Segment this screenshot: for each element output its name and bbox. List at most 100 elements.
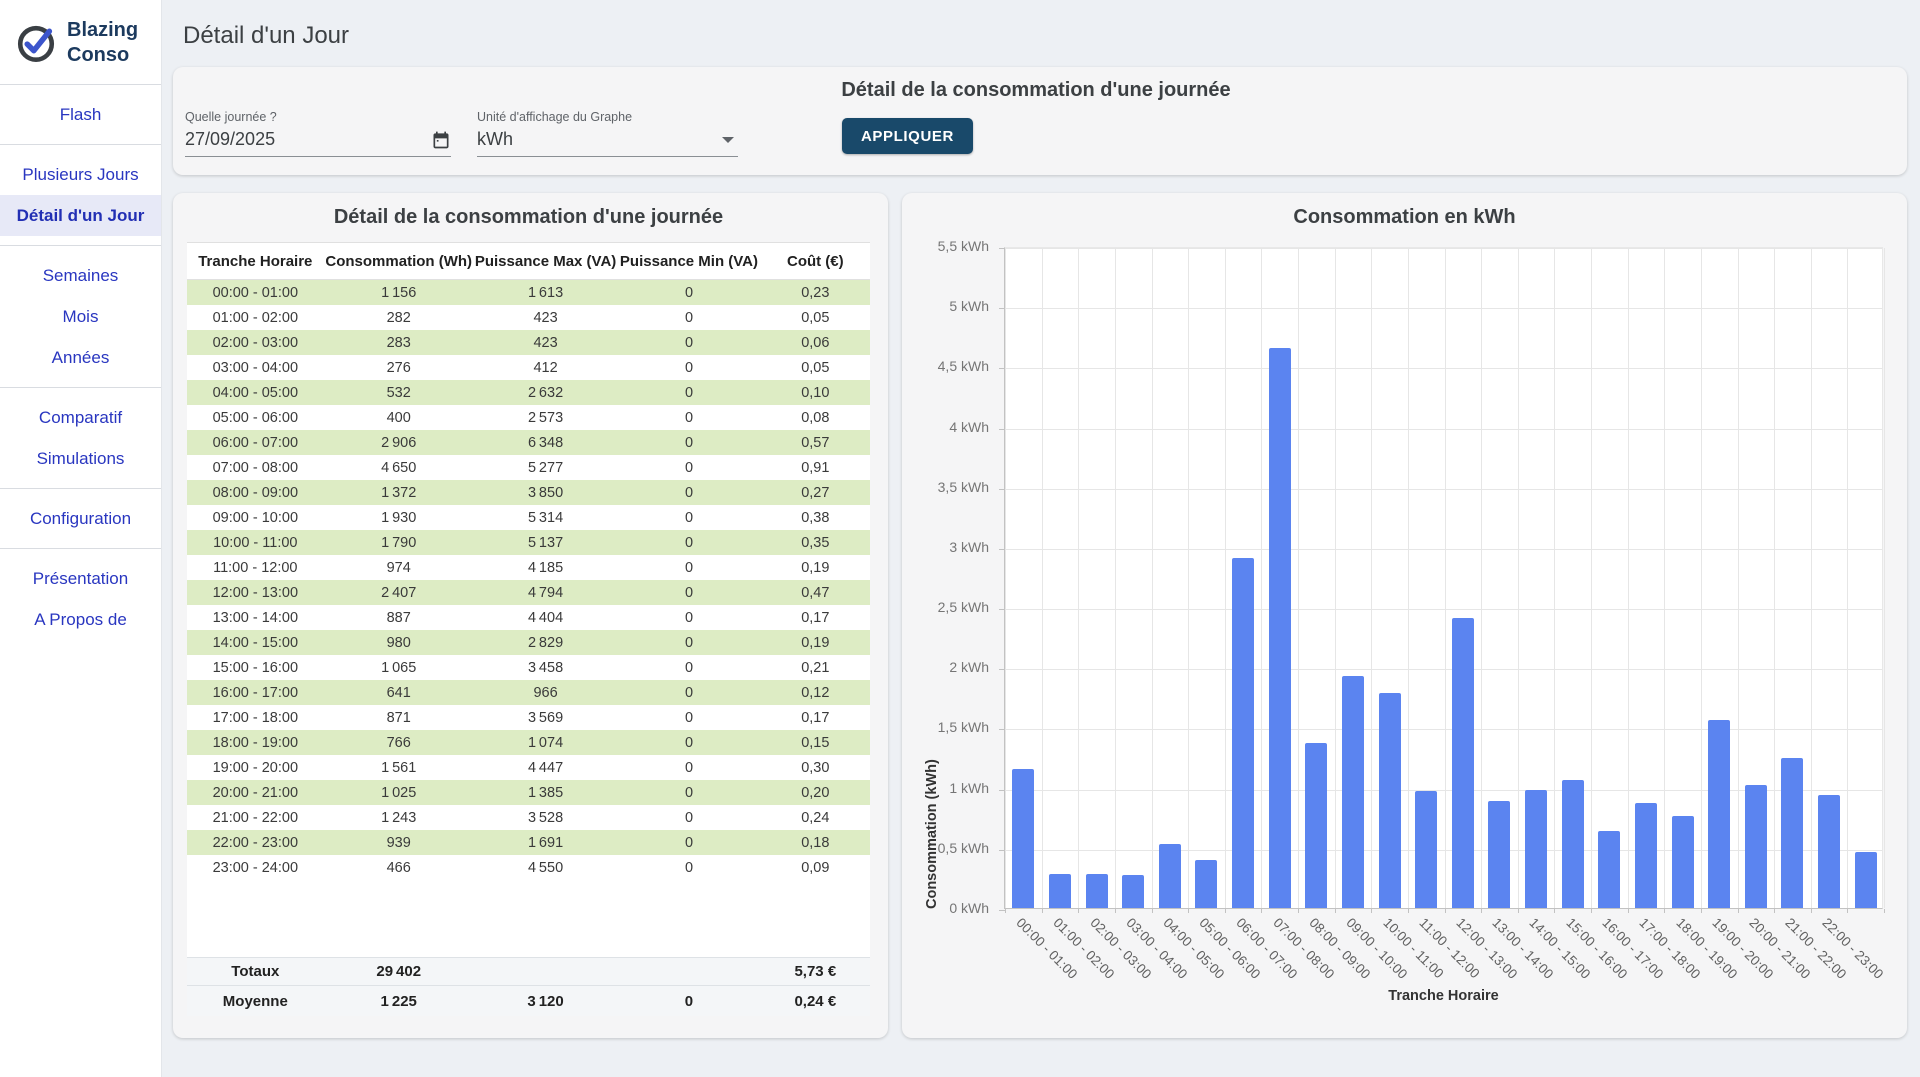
table-cell: 2 573 bbox=[474, 410, 617, 426]
y-tick bbox=[999, 669, 1005, 670]
apply-button[interactable]: APPLIQUER bbox=[842, 118, 973, 154]
table-cell: 0,20 bbox=[761, 785, 870, 801]
chart-bar[interactable] bbox=[1049, 874, 1071, 908]
column-header: Puissance Min (VA) bbox=[617, 253, 760, 270]
unit-select-field[interactable]: Unité d'affichage du Graphe kWh bbox=[477, 110, 738, 157]
chart-bar[interactable] bbox=[1379, 693, 1401, 908]
sidebar-item-comparatif[interactable]: Comparatif bbox=[0, 397, 161, 438]
chart-bar[interactable] bbox=[1598, 831, 1620, 908]
x-tick bbox=[1005, 909, 1006, 913]
x-tick bbox=[1774, 909, 1775, 913]
table-row: 06:00 - 07:002 9066 34800,57 bbox=[187, 430, 870, 455]
x-tick bbox=[1261, 909, 1262, 913]
table-cell: 0 bbox=[617, 360, 760, 376]
chart-bar[interactable] bbox=[1086, 874, 1108, 908]
sidebar-group: Configuration bbox=[0, 489, 161, 548]
sidebar-nav: Flash Plusieurs JoursDétail d'un Jour Sema… bbox=[0, 85, 161, 649]
h-gridline bbox=[1005, 429, 1882, 430]
chart-bar[interactable] bbox=[1269, 348, 1291, 908]
table-cell: 3 569 bbox=[474, 710, 617, 726]
chart-bar[interactable] bbox=[1635, 803, 1657, 908]
table-row: 08:00 - 09:001 3723 85000,27 bbox=[187, 480, 870, 505]
table-cell: 05:00 - 06:00 bbox=[187, 410, 324, 426]
table-cell: 0,17 bbox=[761, 610, 870, 626]
x-tick bbox=[1811, 909, 1812, 913]
sidebar-item-pr-sentation[interactable]: Présentation bbox=[0, 558, 161, 599]
logo[interactable]: Blazing Conso bbox=[0, 0, 161, 84]
table-cell: 0 bbox=[617, 685, 760, 701]
chart-bar[interactable] bbox=[1855, 852, 1877, 908]
chevron-down-icon[interactable] bbox=[722, 137, 734, 143]
table-cell: 3 850 bbox=[474, 485, 617, 501]
x-tick bbox=[1554, 909, 1555, 913]
chart-bar[interactable] bbox=[1488, 801, 1510, 908]
sidebar-group: SemainesMoisAnnées bbox=[0, 246, 161, 387]
v-gridline bbox=[1884, 248, 1885, 908]
unit-select-value[interactable]: kWh bbox=[477, 129, 513, 150]
table-cell: 3 528 bbox=[474, 810, 617, 826]
column-header: Puissance Max (VA) bbox=[474, 253, 617, 270]
date-input[interactable]: 27/09/2025 bbox=[185, 129, 275, 150]
table-row: 19:00 - 20:001 5614 44700,30 bbox=[187, 755, 870, 780]
sidebar-item-plusieurs-jours[interactable]: Plusieurs Jours bbox=[0, 154, 161, 195]
v-gridline bbox=[1188, 248, 1189, 908]
table-cell: 1 613 bbox=[474, 285, 617, 301]
table-cell: 16:00 - 17:00 bbox=[187, 685, 324, 701]
sidebar-item-ann-es[interactable]: Années bbox=[0, 337, 161, 378]
chart-bar[interactable] bbox=[1745, 785, 1767, 908]
chart-bar[interactable] bbox=[1672, 816, 1694, 908]
chart-bar[interactable] bbox=[1452, 618, 1474, 908]
chart-bar[interactable] bbox=[1012, 769, 1034, 908]
table-cell: 1 074 bbox=[474, 735, 617, 751]
sidebar-item-a-propos-de[interactable]: A Propos de bbox=[0, 599, 161, 640]
column-header: Tranche Horaire bbox=[187, 253, 324, 270]
table-row: 11:00 - 12:009744 18500,19 bbox=[187, 555, 870, 580]
column-header: Coût (€) bbox=[761, 253, 870, 270]
date-field[interactable]: Quelle journée ? 27/09/2025 bbox=[185, 110, 451, 157]
table-cell: 0,12 bbox=[761, 685, 870, 701]
sidebar-item-simulations[interactable]: Simulations bbox=[0, 438, 161, 479]
table-cell: 14:00 - 15:00 bbox=[187, 635, 324, 651]
table-cell: 0,47 bbox=[761, 585, 870, 601]
chart-bar[interactable] bbox=[1818, 795, 1840, 908]
table-cell: 0,23 bbox=[761, 285, 870, 301]
table-cell: 21:00 - 22:00 bbox=[187, 810, 324, 826]
sidebar-item-flash[interactable]: Flash bbox=[0, 94, 161, 135]
sidebar-item-mois[interactable]: Mois bbox=[0, 296, 161, 337]
x-tick bbox=[1152, 909, 1153, 913]
table-cell: 423 bbox=[474, 335, 617, 351]
chart-bar[interactable] bbox=[1305, 743, 1327, 908]
x-tick bbox=[1078, 909, 1079, 913]
chart-bar[interactable] bbox=[1159, 844, 1181, 908]
chart-bar[interactable] bbox=[1232, 558, 1254, 908]
table-cell: 939 bbox=[324, 835, 474, 851]
chart-bar[interactable] bbox=[1195, 860, 1217, 908]
chart-bar[interactable] bbox=[1342, 676, 1364, 908]
table-cell: 01:00 - 02:00 bbox=[187, 310, 324, 326]
table-cell: 5 277 bbox=[474, 460, 617, 476]
sidebar-item-d-tail-d-un-jour[interactable]: Détail d'un Jour bbox=[0, 195, 161, 236]
y-tick bbox=[999, 850, 1005, 851]
unit-field-label: Unité d'affichage du Graphe bbox=[477, 110, 738, 124]
y-tick bbox=[999, 549, 1005, 550]
table-cell: 0 bbox=[617, 510, 760, 526]
chart-bar[interactable] bbox=[1415, 791, 1437, 908]
chart-bar[interactable] bbox=[1122, 875, 1144, 908]
y-axis-tick-label: 1,5 kWh bbox=[902, 719, 998, 735]
calendar-icon[interactable] bbox=[431, 130, 451, 150]
table-cell: 08:00 - 09:00 bbox=[187, 485, 324, 501]
table-header-row: Tranche HoraireConsommation (Wh)Puissanc… bbox=[187, 242, 870, 280]
sidebar-group: ComparatifSimulations bbox=[0, 388, 161, 488]
table-row: 17:00 - 18:008713 56900,17 bbox=[187, 705, 870, 730]
chart-bar[interactable] bbox=[1708, 720, 1730, 908]
sidebar-item-semaines[interactable]: Semaines bbox=[0, 255, 161, 296]
sidebar-item-configuration[interactable]: Configuration bbox=[0, 498, 161, 539]
y-tick bbox=[999, 790, 1005, 791]
table-cell: 0 bbox=[617, 810, 760, 826]
table-spacer bbox=[187, 880, 870, 957]
table-row: 07:00 - 08:004 6505 27700,91 bbox=[187, 455, 870, 480]
chart-bar[interactable] bbox=[1525, 790, 1547, 908]
chart-bar[interactable] bbox=[1781, 758, 1803, 908]
chart-bar[interactable] bbox=[1562, 780, 1584, 908]
x-tick bbox=[1445, 909, 1446, 913]
